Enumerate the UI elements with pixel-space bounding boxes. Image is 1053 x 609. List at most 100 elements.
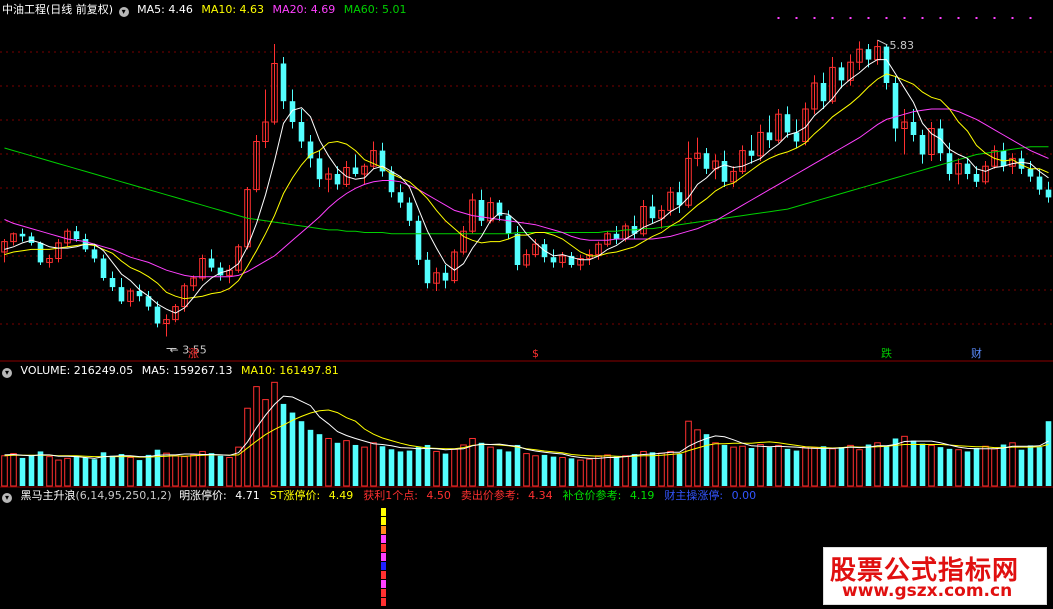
signal-dot [921,17,924,19]
indicator-item: 卖出价参考: 4.34 [461,489,558,502]
volume-bar-down [748,447,755,486]
volume-bar-up [604,454,611,487]
candle-body-down [37,242,44,263]
candle-body-down [316,158,323,180]
price-panel: 5.83 ← 3.55 涨 $ 跌财 中油工程(日线 前复权) ▾ MA5: 4.46 … [0,0,1053,362]
volume-ma10-legend: MA10: 161497.81 [241,364,339,377]
event-marker: $ [532,347,539,360]
volume-bar-up [658,452,665,487]
signal-dot [831,17,834,19]
price-chart: 5.83← 3.55涨 $ 跌财 [0,17,1053,362]
volume-bar-down [865,444,872,486]
volume-bar-down [766,447,773,486]
indicator-item-label: 明涨停价: [179,489,227,502]
candle-body-down [649,206,656,219]
signal-dot [903,17,906,19]
indicator-item: 补仓价参考: 4.19 [563,489,660,502]
ma60-line [4,146,1049,235]
indicator-item-value: 4.19 [626,489,655,502]
volume-bar-down [919,443,926,486]
volume-ma5-legend: MA5: 159267.13 [142,364,233,377]
volume-bar-up [127,456,134,487]
indicator-item-value: 4.34 [524,489,553,502]
settings-circle-icon[interactable]: ▾ [118,7,129,17]
volume-bar-down [352,444,359,486]
volume-bar-down [298,421,305,486]
volume-bar-down [793,450,800,486]
signal-dot [795,17,798,19]
volume-bar-down [307,429,314,486]
candle-body-down [766,132,773,141]
volume-bar-down [208,453,215,486]
volume-settings-icon[interactable]: ▾ [2,368,12,378]
volume-bar-down [316,434,323,486]
candle-body-down [676,192,683,206]
candle-body-down [298,122,305,142]
watermark-url: www.gszx.com.cn [842,581,1013,601]
candle-body-down [19,233,26,237]
candle-body-down [208,258,215,268]
volume-bar-down [703,434,710,486]
candle-body-down [280,63,287,102]
volume-bar-up [595,455,602,487]
volume-bar-down [784,448,791,486]
volume-bar-down [1036,447,1043,486]
volume-bar-up [1009,442,1016,487]
volume-bar-down [937,447,944,486]
ma20-legend-label: MA20: [272,3,308,16]
ma5-legend: MA5: 4.46 [137,3,193,16]
ma10-legend: MA10: 4.63 [201,3,264,16]
volume-bar-up [739,445,746,487]
indicator-stack-block [381,553,386,561]
indicator-settings-icon[interactable]: ▾ [2,493,12,503]
indicator-stack-block [381,589,386,597]
volume-bar-up [991,448,998,487]
volume-bar-down [289,412,296,486]
candle-body-down [1036,176,1043,190]
watermark-logo: 股票公式指标网 www.gszx.com.cn [823,547,1047,605]
volume-bar-up [271,381,278,487]
signal-dot [885,17,888,19]
volume-bar-up [577,459,584,487]
volume-bar-down [19,457,26,486]
signal-dot [1011,17,1014,19]
volume-bar-up [685,420,692,487]
volume-bar-down [424,444,431,486]
candle-body-down [91,249,98,259]
volume-bar-down [1000,444,1007,486]
volume-chart [0,381,1053,488]
volume-bar-up [667,450,674,487]
signal-dot [975,17,978,19]
indicator-stack-block [381,535,386,543]
period-label: (日线 前复权) [46,3,114,16]
candle-body-down [1027,168,1034,177]
candle-body-down [28,236,35,243]
candle-body-down [946,153,953,174]
event-marker: 财 [971,346,982,360]
indicator-item: 获利1个点: 4.50 [363,489,456,502]
candle-body-down [865,49,872,60]
volume-bar-up [343,440,350,487]
volume-bar-down [118,454,125,486]
indicator-item-value: 4.49 [325,489,354,502]
volume-bar-down [136,460,143,486]
volume-bar-up [586,458,593,487]
candle-body-down [820,83,827,102]
ma10-legend-label: MA10: [201,3,237,16]
volume-bar-up [712,442,719,487]
candle-body-down [334,174,341,185]
signal-dot [867,17,870,19]
candle-body-down [910,122,917,135]
volume-bar-down [496,449,503,486]
candle-body-down [289,101,296,122]
candle-body-down [136,291,143,297]
candle-body-down [100,258,107,278]
signal-dot [939,17,942,19]
volume-bar-down [838,447,845,486]
candle-body-down [793,132,800,142]
volume-bar-up [487,446,494,487]
volume-bar-up [226,456,233,487]
volume-bar-up [10,453,17,487]
volume-ma5-line [4,395,1049,459]
volume-bar-down [397,451,404,486]
